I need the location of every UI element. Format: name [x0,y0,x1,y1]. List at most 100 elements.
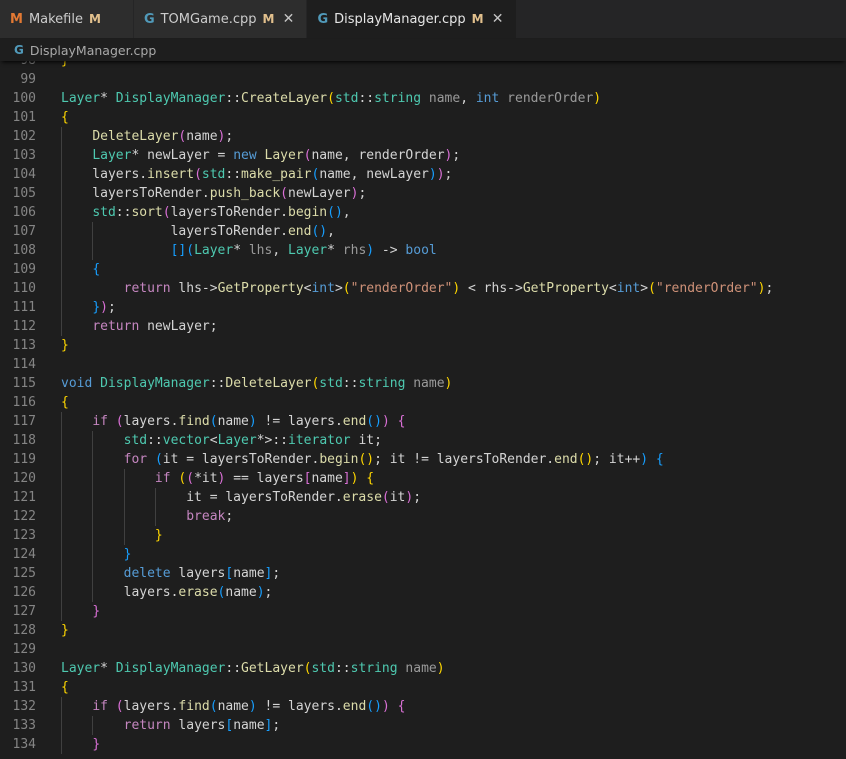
tab-tomgame-cpp[interactable]: G TOMGame.cpp M ✕ [133,0,308,38]
code-line[interactable]: 98} [0,61,846,70]
code-line[interactable]: 128} [0,621,846,640]
code-token: return [123,718,171,733]
code-line[interactable]: 105 layersToRender.push_back(newLayer); [0,184,846,203]
indent-guide [154,488,156,526]
code-line[interactable]: 129 [0,640,846,659]
code-line[interactable]: 103 Layer* newLayer = new Layer(name, re… [0,146,846,165]
code-line[interactable]: 120 if ((*it) == layers[name]) { [0,469,846,488]
code-token: } [61,338,69,353]
code-line[interactable]: 122 break; [0,507,846,526]
code-line[interactable]: 125 delete layers[name]; [0,564,846,583]
indent-guide [61,697,62,754]
code-line[interactable]: 112 return newLayer; [0,317,846,336]
code-token: "renderOrder" [350,281,453,296]
code-editor[interactable]: 98}99100Layer* DisplayManager::CreateLay… [0,61,846,759]
line-number: 112 [12,319,36,334]
code-token: ) [444,376,453,391]
code-line[interactable]: 104 layers.insert(std::make_pair(name, n… [0,165,846,184]
code-line[interactable]: 110 return lhs->GetProperty<int>("render… [0,279,846,298]
code-token: :: [209,376,226,391]
code-line[interactable]: 126 layers.erase(name); [0,583,846,602]
code-token: :: [342,376,359,391]
code-token: renderOrder [507,91,594,106]
code-line[interactable]: 111 }); [0,298,846,317]
code-line[interactable]: 133 return layers[name]; [0,716,846,735]
code-token: :: [147,433,163,448]
line-code: void DisplayManager::DeleteLayer(std::st… [61,374,846,393]
code-line[interactable]: 113} [0,336,846,355]
line-code: } [61,735,846,754]
line-number: 107 [12,224,36,239]
code-token: ; it != layersToRender. [374,452,555,467]
close-icon[interactable]: ✕ [490,11,506,27]
tab-makefile[interactable]: M Makefile M [0,0,134,38]
code-line[interactable]: 115 void DisplayManager::DeleteLayer(std:… [0,374,846,393]
line-code: } [61,545,846,564]
close-icon[interactable]: ✕ [280,11,296,27]
code-line[interactable]: 121 it = layersToRender.erase(it); [0,488,846,507]
code-token: for [123,452,148,467]
code-line[interactable]: 109 { [0,260,846,279]
code-token: } [154,528,163,543]
code-token: * [100,91,116,106]
code-line[interactable]: 102 DeleteLayer(name); [0,127,846,146]
code-token: lhs [248,243,273,258]
code-token: () [327,205,343,220]
code-line[interactable]: 132 if (layers.find(name) != layers.end(… [0,697,846,716]
code-line[interactable]: 119 for (it = layersToRender.begin(); it… [0,450,846,469]
code-token: { [397,414,406,429]
code-line[interactable]: 131 { [0,678,846,697]
code-token: { [61,680,69,695]
code-line[interactable]: 100 Layer* DisplayManager::CreateLayer(st… [0,89,846,108]
code-token: -> [374,243,406,258]
code-line[interactable]: 117 if (layers.find(name) != layers.end(… [0,412,846,431]
tab-displaymanager-cpp[interactable]: G DisplayManager.cpp M ✕ [307,0,517,38]
code-line[interactable]: 118 std::vector<Layer*>::iterator it; [0,431,846,450]
code-token: ; [225,129,234,144]
code-token: layers. [123,414,179,429]
line-number: 125 [12,566,36,581]
breadcrumb-file[interactable]: DisplayManager.cpp [30,43,156,58]
code-token: ; [264,585,273,600]
code-line[interactable]: 99 [0,70,846,89]
code-line[interactable]: 134 } [0,735,846,754]
code-line[interactable]: 116 { [0,393,846,412]
code-token: Layer [61,91,101,106]
code-line[interactable]: 130 Layer* DisplayManager::GetLayer(std::… [0,659,846,678]
code-line[interactable]: 108 [](Layer* lhs, Layer* rhs) -> bool [0,241,846,260]
code-token: int [475,91,500,106]
code-line[interactable]: 101 { [0,108,846,127]
line-code: } [61,336,846,355]
code-token: GetProperty [522,281,609,296]
code-token: ) [100,300,108,315]
code-token: Layer [264,148,304,163]
line-code: Layer* newLayer = new Layer(name, render… [61,146,846,165]
code-line[interactable]: 123 } [0,526,846,545]
code-token: std [319,376,343,391]
code-token: int [311,281,335,296]
code-token: it; [350,433,382,448]
code-line[interactable]: 127 } [0,602,846,621]
code-token: ( [194,167,202,182]
line-code: { [61,678,846,697]
code-line[interactable]: 114 [0,355,846,374]
line-code: return newLayer; [61,317,846,336]
code-token: name [311,471,343,486]
code-line[interactable]: 106 std::sort(layersToRender.begin(), [0,203,846,222]
line-code: { [61,393,846,412]
code-token: ( [162,205,171,220]
code-token: * [100,661,116,676]
code-token: > [334,281,343,296]
code-token: () [358,452,375,467]
code-line[interactable]: 107 layersToRender.end(), [0,222,846,241]
line-code: layersToRender.push_back(newLayer); [61,184,846,203]
code-token: newLayer [288,186,351,201]
line-number: 99 [20,72,36,87]
code-line[interactable]: 124 } [0,545,846,564]
line-number: 128 [12,623,36,638]
